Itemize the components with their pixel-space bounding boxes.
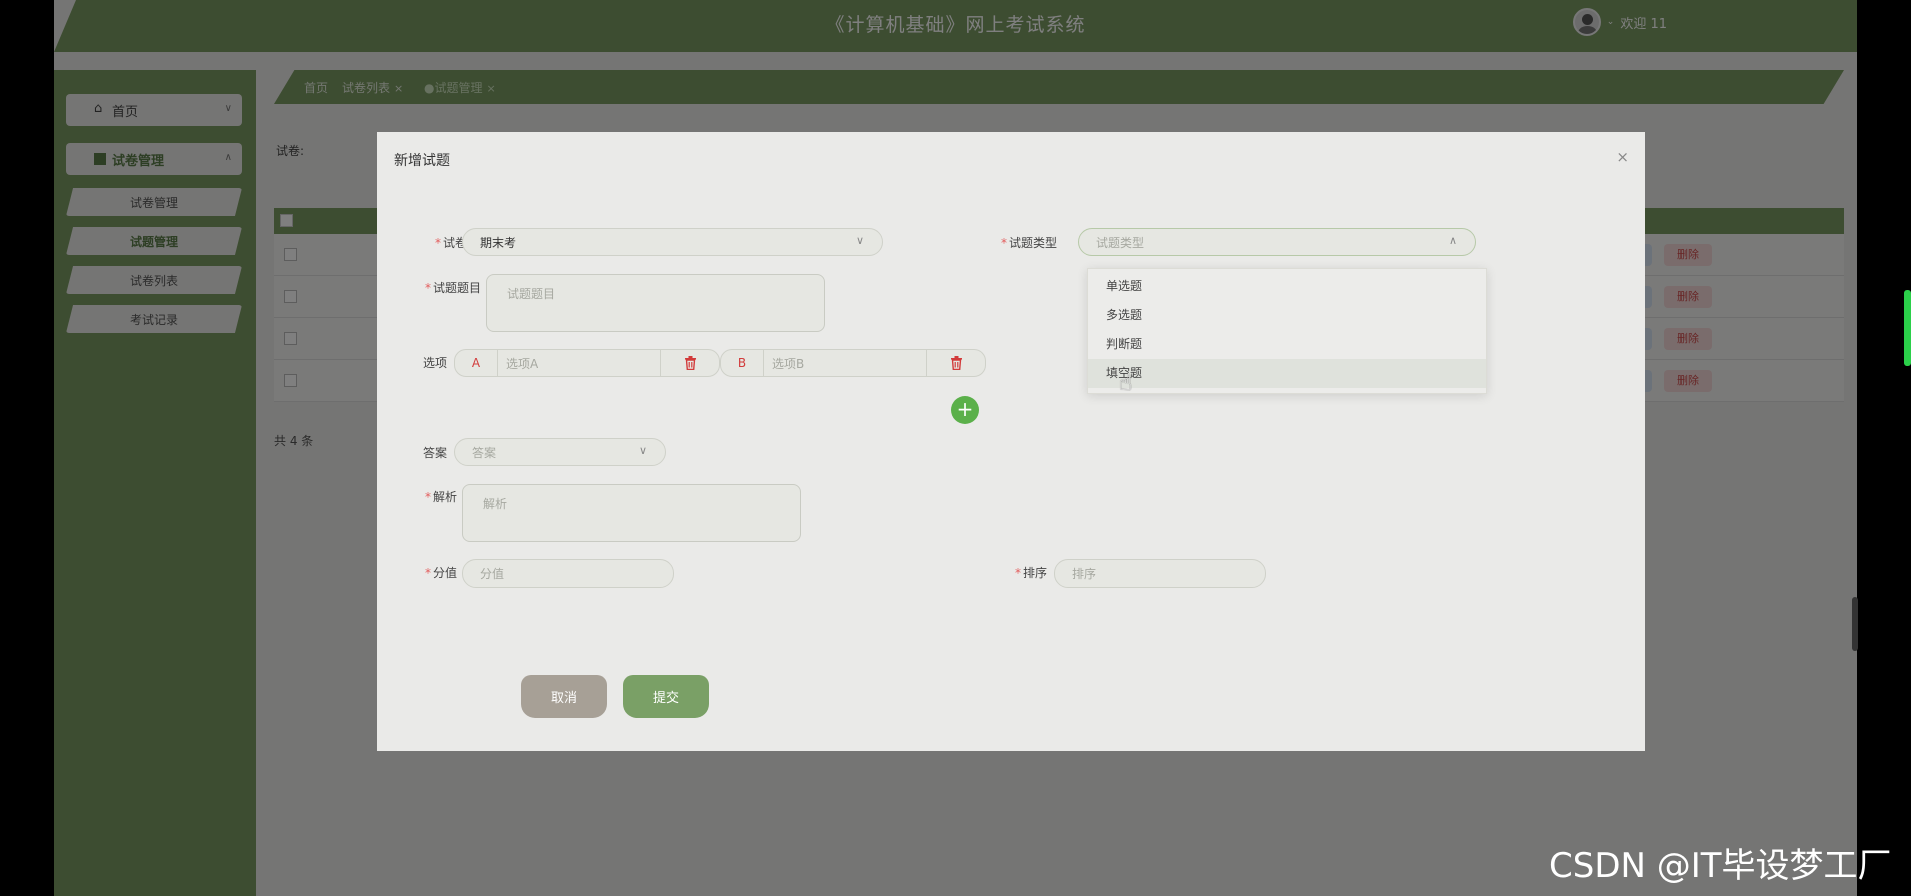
- option-b-group: B 选项B: [720, 349, 986, 377]
- option-a-group: A 选项A: [454, 349, 720, 377]
- analysis-textarea[interactable]: 解析: [462, 484, 801, 542]
- option-b-input[interactable]: 选项B: [764, 350, 927, 376]
- analysis-label: * 解析: [424, 490, 457, 504]
- answer-select-placeholder: 答案: [472, 445, 497, 460]
- side-scroll-handle[interactable]: [1852, 597, 1858, 651]
- hand-cursor-icon: ☝: [1119, 371, 1133, 396]
- question-label: * 试题题目: [424, 281, 481, 295]
- app-window: 《计算机基础》网上考试系统 ⌄ 欢迎 11 ⌂ 首页 ∨ 试卷管理 ∧ 试卷管理…: [54, 0, 1857, 896]
- dropdown-option-true-false[interactable]: 判断题: [1088, 330, 1486, 359]
- paper-select-value: 期末考: [480, 235, 517, 250]
- type-dropdown-menu: 单选题 多选题 判断题 填空题: [1087, 268, 1487, 394]
- trash-icon[interactable]: [661, 350, 719, 376]
- close-icon[interactable]: ×: [1616, 148, 1629, 166]
- option-a-input[interactable]: 选项A: [498, 350, 661, 376]
- option-a-letter: A: [455, 350, 498, 376]
- score-label: * 分值: [424, 566, 457, 580]
- question-textarea[interactable]: 试题题目: [486, 274, 825, 332]
- chevron-up-icon: ∧: [1448, 234, 1457, 247]
- dropdown-option-fill-blank[interactable]: 填空题: [1088, 359, 1486, 388]
- type-select-placeholder: 试题类型: [1096, 235, 1145, 250]
- option-b-letter: B: [721, 350, 764, 376]
- paper-label: * 试卷: [434, 236, 467, 250]
- side-scroll-indicator: [1904, 290, 1911, 366]
- dropdown-option-multiple-choice[interactable]: 多选题: [1088, 301, 1486, 330]
- paper-select[interactable]: 期末考 ∨: [462, 228, 883, 256]
- type-select[interactable]: 试题类型 ∧: [1078, 228, 1476, 256]
- options-label: 选项: [422, 356, 447, 370]
- trash-icon[interactable]: [927, 350, 985, 376]
- answer-label: 答案: [422, 446, 447, 460]
- dialog-title: 新增试题: [394, 153, 450, 169]
- dropdown-option-single-choice[interactable]: 单选题: [1088, 272, 1486, 301]
- add-question-dialog: 新增试题 × * 试卷 期末考 ∨ * 试题类型 试题类型 ∧ * 试题题目 试题题目…: [377, 132, 1645, 751]
- add-option-button[interactable]: +: [951, 396, 979, 424]
- order-input[interactable]: 排序: [1054, 559, 1266, 588]
- type-label: * 试题类型: [1000, 236, 1057, 250]
- order-label: * 排序: [1014, 566, 1047, 580]
- submit-button[interactable]: 提交: [623, 675, 709, 718]
- cancel-button[interactable]: 取消: [521, 675, 607, 718]
- score-input[interactable]: 分值: [462, 559, 674, 588]
- chevron-down-icon: ∨: [638, 444, 647, 457]
- answer-select[interactable]: 答案 ∨: [454, 438, 666, 466]
- chevron-down-icon: ∨: [855, 234, 864, 247]
- watermark: CSDN @IT毕设梦工厂: [1549, 846, 1892, 886]
